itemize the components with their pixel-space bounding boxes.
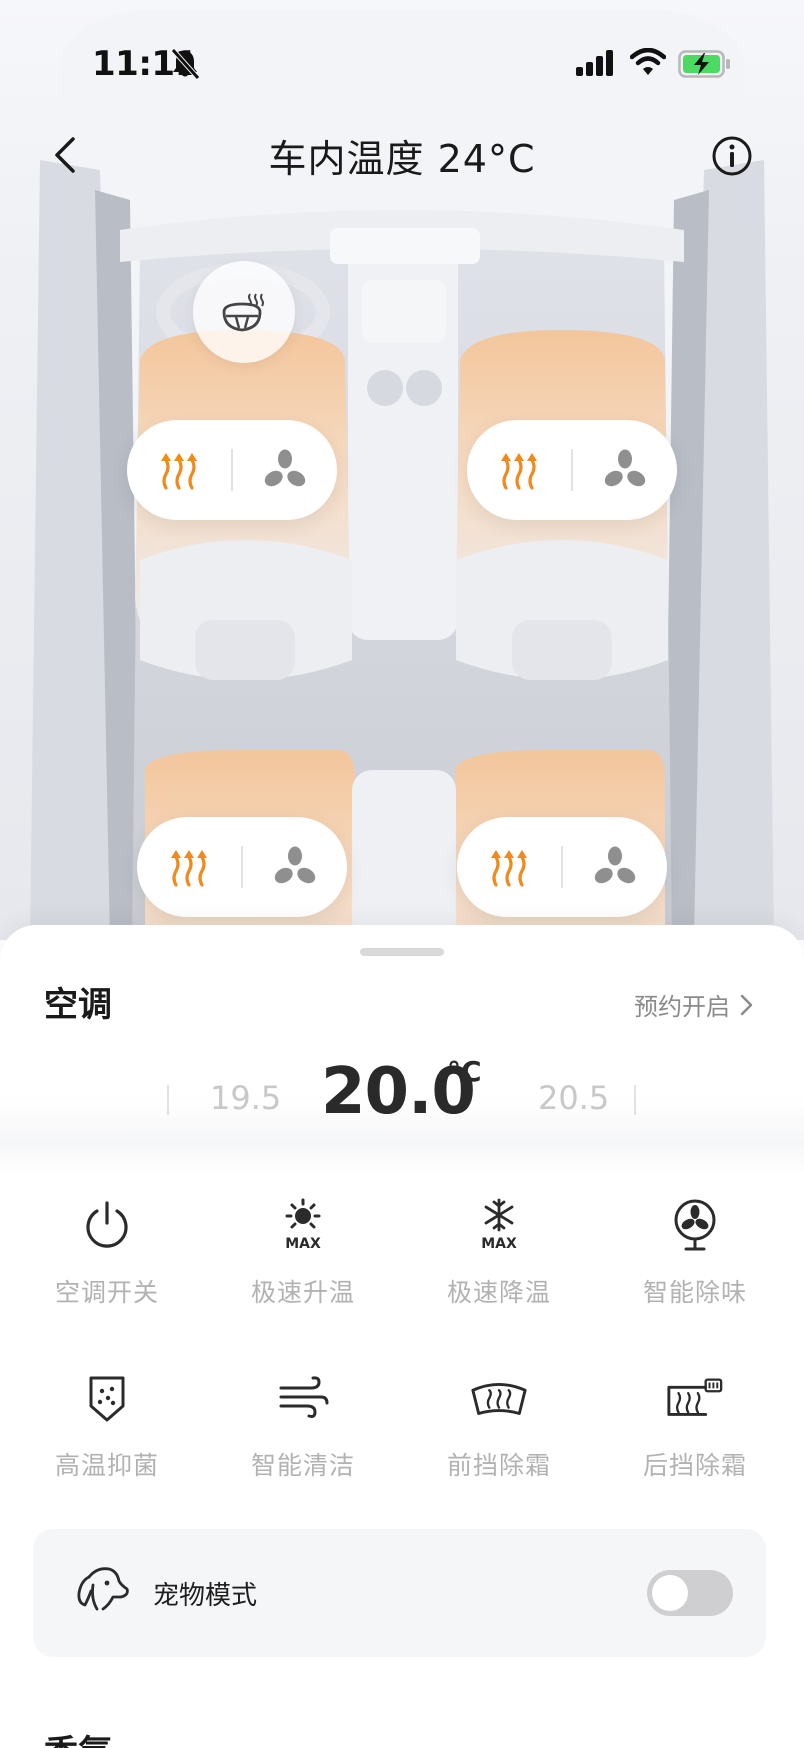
fragrance-section-title: 香氛 (44, 1725, 112, 1748)
battery-charging-icon (678, 50, 730, 78)
rear-right-seat-heat-button[interactable] (457, 817, 561, 917)
func-label: 极速降温 (446, 1278, 551, 1307)
func-label: 智能清洁 (250, 1451, 355, 1480)
temperature-next-value[interactable]: 20.5 (538, 1079, 609, 1117)
front-left-seat-controls (127, 420, 337, 520)
rapid-cool-button[interactable]: MAX 极速降温 (401, 1195, 597, 1325)
picker-tick (634, 1085, 636, 1115)
pet-mode-toggle[interactable] (647, 1570, 733, 1616)
front-right-seat-vent-button[interactable] (573, 420, 677, 520)
temperature-unit: °C (447, 1055, 482, 1088)
rear-left-seat-controls (137, 817, 347, 917)
schedule-start-link[interactable]: 预约开启 (634, 987, 754, 1022)
dog-icon (77, 1567, 129, 1611)
climate-control-page: 11:11 车内温度 24°C 空调 预约开启 19.5 20.0 °C 20.… (0, 0, 804, 1748)
info-button[interactable] (710, 134, 754, 178)
snowflake-max-icon: MAX (481, 1198, 517, 1252)
schedule-start-label: 预约开启 (634, 993, 730, 1021)
picker-tick (167, 1085, 169, 1115)
func-label: 前挡除霜 (446, 1451, 551, 1480)
chevron-right-icon (740, 994, 753, 1015)
temperature-prev-value[interactable]: 19.5 (210, 1079, 281, 1117)
smart-clean-button[interactable]: 智能清洁 (205, 1368, 401, 1498)
fan-icon (264, 449, 306, 487)
smart-deodorize-button[interactable]: 智能除味 (597, 1195, 793, 1325)
ac-power-button[interactable]: 空调开关 (9, 1195, 205, 1325)
rear-defrost-icon (667, 1378, 723, 1416)
func-label: 极速升温 (250, 1278, 355, 1307)
rapid-heat-button[interactable]: MAX 极速升温 (205, 1195, 401, 1325)
front-left-seat-heat-button[interactable] (127, 420, 231, 520)
func-label: 高温抑菌 (54, 1451, 159, 1480)
wifi-icon (630, 48, 666, 75)
shield-dots-icon (89, 1376, 125, 1422)
high-temp-sterilize-button[interactable]: 高温抑菌 (9, 1368, 205, 1498)
svg-text:MAX: MAX (285, 1236, 321, 1252)
front-right-seat-controls (467, 420, 677, 520)
status-bar: 11:11 (0, 0, 804, 130)
bell-muted-icon (171, 48, 200, 80)
temperature-picker[interactable]: 19.5 20.0 °C 20.5 (0, 1035, 804, 1175)
front-defrost-icon (471, 1383, 527, 1415)
fan-icon (274, 846, 316, 884)
power-icon (86, 1201, 128, 1248)
info-icon (712, 136, 752, 176)
fan-circle-icon (674, 1199, 716, 1251)
car-cabin-view: 11:11 车内温度 24°C (0, 0, 804, 940)
climate-bottom-sheet: 空调 预约开启 19.5 20.0 °C 20.5 空调开关 MAX 极速升温 … (0, 925, 804, 1748)
front-left-seat-vent-button[interactable] (233, 420, 337, 520)
seat-heat-icon (171, 850, 207, 887)
steering-wheel-heat-icon (222, 293, 264, 332)
rear-left-seat-vent-button[interactable] (243, 817, 347, 917)
ac-section-title: 空调 (44, 985, 112, 1025)
seat-heat-icon (501, 453, 537, 490)
steering-wheel-heat-button[interactable] (193, 261, 295, 363)
toggle-knob (652, 1575, 688, 1611)
pet-mode-label: 宠物模式 (153, 1581, 258, 1611)
seat-heat-icon (161, 453, 197, 490)
sheet-drag-handle[interactable] (360, 948, 444, 956)
rear-right-seat-vent-button[interactable] (563, 817, 667, 917)
front-defrost-button[interactable]: 前挡除霜 (401, 1368, 597, 1498)
fan-icon (594, 846, 636, 884)
seat-heat-icon (491, 850, 527, 887)
fan-icon (604, 449, 646, 487)
wind-icon (279, 1376, 329, 1418)
rear-right-seat-controls (457, 817, 667, 917)
func-label: 空调开关 (54, 1278, 159, 1307)
rear-defrost-button[interactable]: 后挡除霜 (597, 1368, 793, 1498)
front-right-seat-heat-button[interactable] (467, 420, 571, 520)
cellular-signal-icon (576, 50, 613, 76)
pet-mode-card: 宠物模式 (33, 1529, 766, 1657)
page-title: 车内温度 24°C (268, 137, 536, 181)
rear-left-seat-heat-button[interactable] (137, 817, 241, 917)
svg-text:MAX: MAX (481, 1236, 517, 1252)
func-label: 后挡除霜 (642, 1451, 747, 1480)
func-label: 智能除味 (642, 1278, 747, 1307)
sun-max-icon: MAX (285, 1198, 321, 1252)
